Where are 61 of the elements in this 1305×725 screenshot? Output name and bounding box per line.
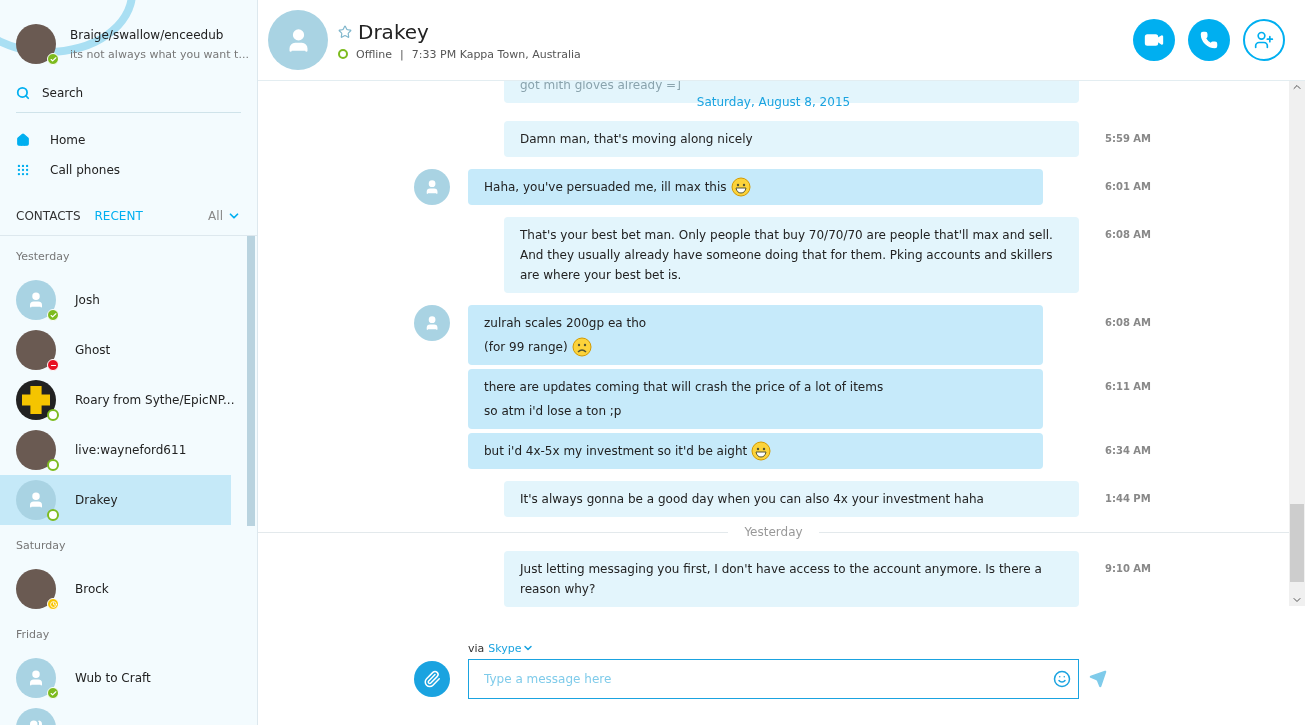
message-time: 1:44 PM (1105, 492, 1151, 504)
message-time: 6:11 AM (1105, 380, 1152, 392)
attach-button[interactable] (414, 660, 450, 697)
group-label: Saturday (15, 538, 67, 554)
call-button[interactable] (1188, 19, 1230, 61)
add-person-icon (1254, 30, 1274, 50)
message-time: 6:08 AM (1105, 228, 1152, 240)
contact-item[interactable]: Brock (0, 564, 231, 614)
tab[interactable]: CONTACTS (16, 209, 81, 223)
search-icon (16, 86, 30, 100)
contact-name: Drakey (358, 19, 429, 44)
message-text: Haha, you've persuaded me, ill max this (484, 179, 727, 196)
scrollbar-thumb[interactable] (1290, 504, 1304, 582)
contact-item[interactable]: Drakey (0, 475, 231, 525)
via-label: via (468, 641, 485, 655)
message-text: (for 99 range) (484, 339, 568, 356)
date-label: Saturday, August 8, 2015 (696, 95, 851, 109)
scrollbar[interactable] (1289, 81, 1305, 606)
favorite-star-icon[interactable] (338, 24, 352, 39)
contact-item[interactable]: live:wayneford611 (0, 425, 231, 475)
scrollbar[interactable] (247, 236, 255, 526)
message-time: 9:10 AM (1105, 562, 1152, 574)
send-icon[interactable] (1089, 669, 1107, 688)
contact-item[interactable]: Ghost (0, 325, 231, 375)
date-label: Yesterday (743, 525, 804, 539)
group-label: Yesterday (15, 249, 71, 265)
message-time: 5:59 AM (1105, 132, 1152, 144)
home-icon (16, 133, 30, 147)
mood-message: its not always what you want t... (70, 47, 249, 61)
contact-status: Offline (356, 47, 393, 61)
contact-item[interactable]: Josh (0, 275, 231, 325)
nav-item[interactable]: Home (0, 125, 257, 155)
message-text: zulrah scales 200gp ea tho (484, 315, 647, 332)
dialpad-icon (16, 163, 30, 177)
message-text: but i'd 4x-5x my investment so it'd be aight (484, 443, 748, 460)
phone-icon (1200, 31, 1218, 49)
add-contact-button[interactable] (1243, 19, 1285, 61)
message-text: That's your best bet man. Only people that buy 70/70/70 are people that'll max and sell. And they usually already have someone doing that for them. Pking accounts and skillers are where your best bet is. (520, 227, 1054, 284)
contact-details: 7:33 PM Kappa Town, Australia (411, 47, 581, 61)
profile-name: Braige/swallow/enceedub (70, 27, 225, 42)
search-field[interactable]: Search (16, 78, 241, 113)
message-time: 6:08 AM (1105, 316, 1152, 328)
separator: | (400, 47, 404, 61)
person-icon (27, 291, 45, 309)
video-call-button[interactable] (1133, 19, 1175, 61)
message-text: Damn man, that's moving along nicely (520, 131, 753, 148)
message-text: there are updates coming that will crash the price of a lot of items (484, 379, 884, 396)
person-icon (27, 491, 45, 509)
emoticon-picker-icon[interactable] (1053, 669, 1071, 688)
message-time: 6:01 AM (1105, 180, 1152, 192)
contact-item[interactable]: Wub to Craft (0, 653, 231, 703)
message-text: It's always gonna be a good day when you can also 4x your investment haha (520, 491, 984, 508)
paperclip-icon (423, 669, 441, 688)
message-input[interactable]: Type a message here (468, 658, 1079, 699)
message-text: Just letting messaging you first, I don't have access to the account anymore. Is there a reason why? (520, 561, 1043, 598)
person-icon (27, 669, 45, 687)
nav-item[interactable]: Call phones (0, 155, 257, 185)
cross-logo-icon (22, 386, 50, 414)
group-label: Friday (15, 627, 51, 643)
message-text: so atm i'd lose a ton ;p (484, 403, 622, 420)
message-time: 6:34 AM (1105, 444, 1152, 456)
